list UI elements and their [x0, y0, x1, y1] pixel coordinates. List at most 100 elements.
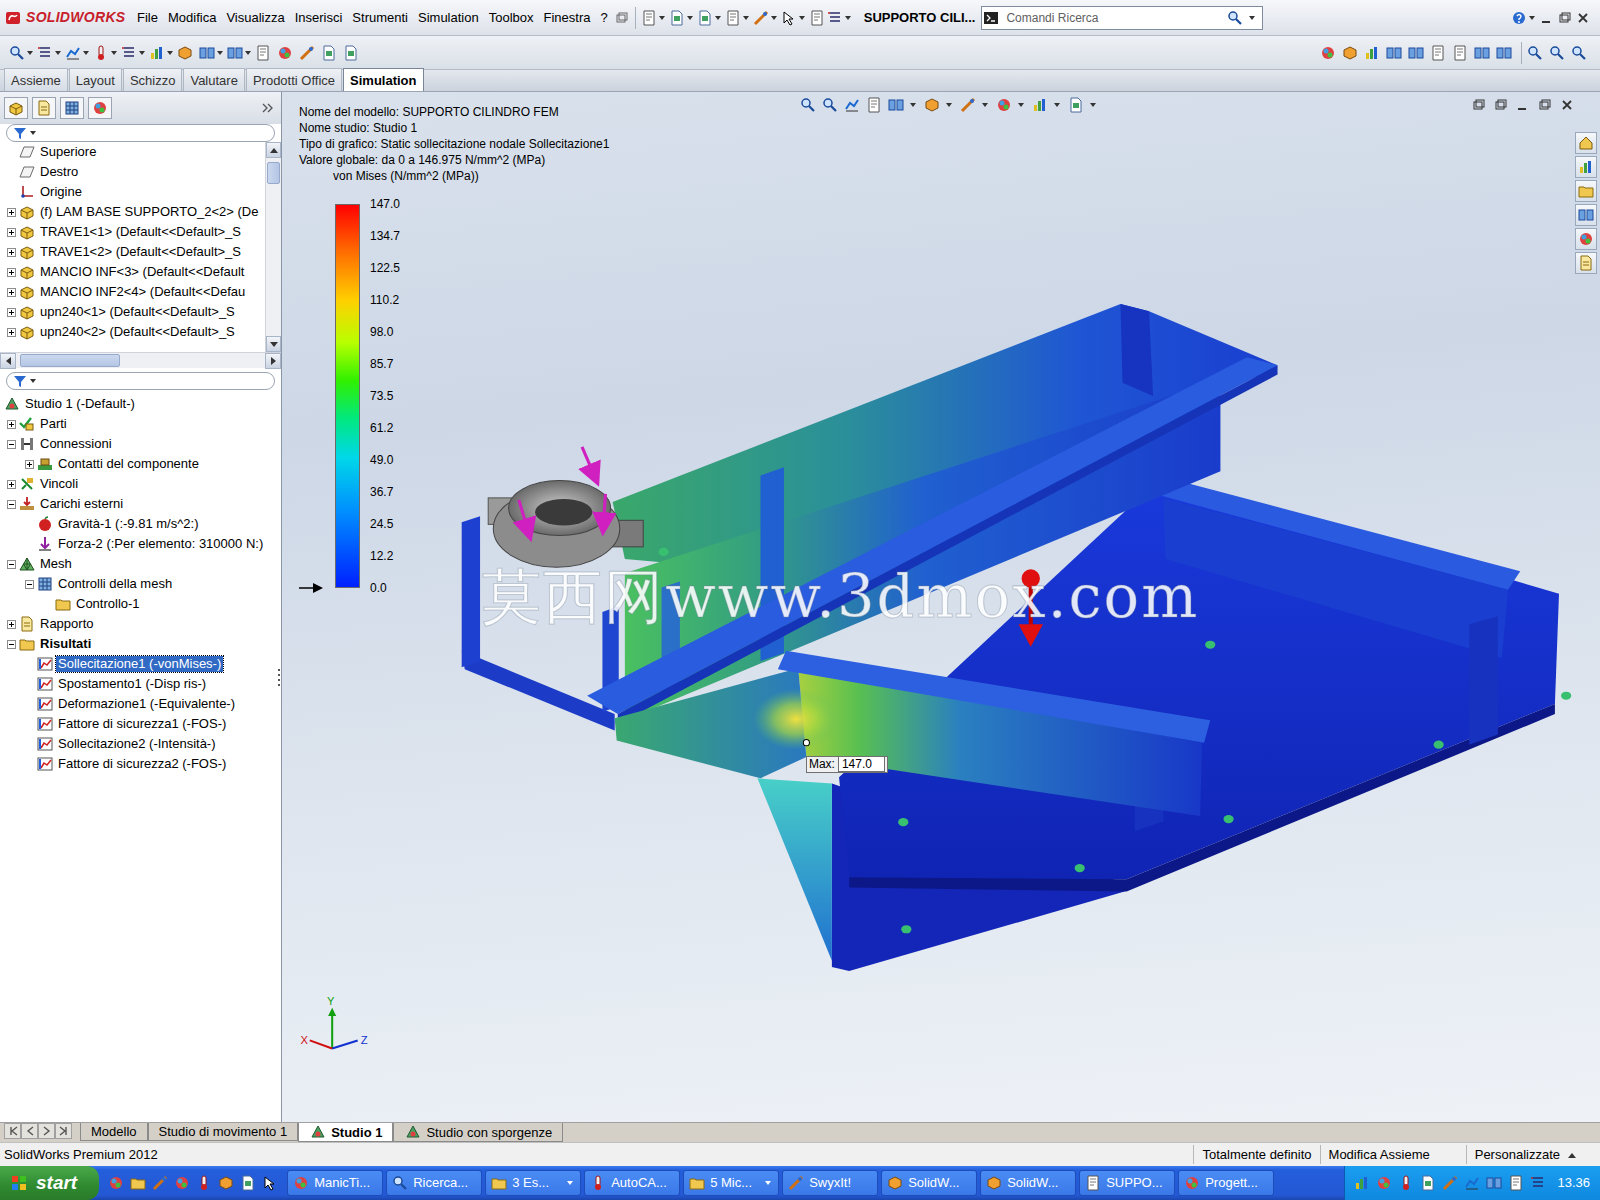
- feature-tree-item-label[interactable]: TRAVE1<1> (Default<<Default>_S: [38, 224, 243, 240]
- taskbar-button[interactable]: 3 Es...: [485, 1170, 581, 1196]
- expand-up-icon[interactable]: [1568, 1145, 1576, 1165]
- command-tab[interactable]: Schizzo: [123, 68, 183, 92]
- fem-model[interactable]: 莫西网www.3dmox.com Y Z X: [282, 92, 1600, 1122]
- app-logo[interactable]: SOLIDWORKS: [0, 7, 132, 28]
- menu-item[interactable]: File: [132, 6, 163, 30]
- expander-icon[interactable]: [7, 328, 16, 337]
- expander-icon[interactable]: [7, 480, 16, 489]
- feature-tree-item-label[interactable]: (f) LAM BASE SUPPORTO_2<2> (De: [38, 204, 260, 220]
- study-tree-item[interactable]: Mesh: [0, 554, 281, 574]
- feature-tree-item-label[interactable]: upn240<1> (Default<<Default>_S: [38, 304, 237, 320]
- dropdown-arrow-icon[interactable]: [687, 16, 693, 20]
- study-tree-item-label[interactable]: Deformazione1 (-Equivalente-): [56, 696, 237, 712]
- taskbar-label[interactable]: AutoCA...: [611, 1173, 671, 1193]
- dropdown-arrow-icon[interactable]: [83, 51, 89, 55]
- expander-icon[interactable]: [7, 640, 16, 649]
- search-input[interactable]: [1004, 8, 1222, 28]
- taskbar-label[interactable]: SwyxIt!: [809, 1173, 869, 1193]
- dropdown-arrow-icon[interactable]: [30, 379, 36, 383]
- study-tree-item-label[interactable]: Controlli della mesh: [56, 576, 174, 592]
- taskbar-label[interactable]: SolidW...: [908, 1173, 968, 1193]
- command-tab[interactable]: Simulation: [343, 68, 423, 92]
- feature-tree-item[interactable]: Superiore: [0, 142, 265, 162]
- feature-tree-item-label[interactable]: Superiore: [38, 144, 98, 160]
- study-tree-item-label[interactable]: Parti: [38, 416, 69, 432]
- menu-item[interactable]: Toolbox: [484, 6, 539, 30]
- expander-icon[interactable]: [7, 208, 16, 217]
- study-tree-item-label[interactable]: Fattore di sicurezza1 (-FOS-): [56, 716, 228, 732]
- dropdown-arrow-icon[interactable]: [910, 103, 916, 107]
- taskbar-button[interactable]: SolidW...: [980, 1170, 1076, 1196]
- study-tree-item-label[interactable]: Forza-2 (:Per elemento: 310000 N:): [56, 536, 265, 552]
- expander-icon[interactable]: [7, 268, 16, 277]
- dropdown-arrow-icon[interactable]: [845, 16, 851, 20]
- feature-tree-item[interactable]: upn240<1> (Default<<Default>_S: [0, 302, 265, 322]
- tab-scroll-button[interactable]: [38, 1123, 55, 1139]
- feature-tree-item-label[interactable]: MANCIO INF2<4> (Default<<Defau: [38, 284, 247, 300]
- dropdown-arrow-icon[interactable]: [771, 16, 777, 20]
- model-tab[interactable]: Studio con sporgenze: [393, 1123, 563, 1142]
- expander-icon[interactable]: [7, 288, 16, 297]
- dropdown-arrow-icon[interactable]: [1529, 16, 1535, 20]
- model-tab[interactable]: Modello: [80, 1123, 148, 1141]
- study-tree-item[interactable]: Gravità-1 (:-9.81 m/s^2:): [0, 514, 281, 534]
- dropdown-arrow-icon[interactable]: [27, 51, 33, 55]
- taskbar-label[interactable]: 5 Mic...: [710, 1173, 760, 1193]
- command-tab[interactable]: Layout: [69, 68, 122, 92]
- model-tab[interactable]: Studio 1: [298, 1123, 393, 1142]
- hscroll-thumb[interactable]: [20, 354, 120, 367]
- feature-tree-item[interactable]: MANCIO INF2<4> (Default<<Defau: [0, 282, 265, 302]
- scroll-left-button[interactable]: [0, 353, 16, 369]
- study-tree-item-label[interactable]: Rapporto: [38, 616, 95, 632]
- feature-tree-item[interactable]: TRAVE1<1> (Default<<Default>_S: [0, 222, 265, 242]
- tab-scroll-button[interactable]: [4, 1123, 21, 1139]
- taskbar-label[interactable]: SolidW...: [1007, 1173, 1067, 1193]
- taskbar-button[interactable]: ManicTi...: [287, 1170, 383, 1196]
- study-tree-item-label[interactable]: Spostamento1 (-Disp ris-): [56, 676, 208, 692]
- panel-tab[interactable]: [4, 97, 28, 119]
- scroll-thumb[interactable]: [267, 162, 280, 184]
- study-tree-item[interactable]: Fattore di sicurezza2 (-FOS-): [0, 754, 281, 774]
- taskbar-label[interactable]: Progett...: [1205, 1173, 1265, 1193]
- graphics-area[interactable]: 莫西网www.3dmox.com Y Z X Nome del modello:…: [282, 92, 1600, 1122]
- study-tree-item-label[interactable]: Sollecitazione1 (-vonMises-): [56, 656, 223, 672]
- study-tree-item-label[interactable]: Connessioni: [38, 436, 114, 452]
- taskbar-label[interactable]: ManicTi...: [314, 1173, 374, 1193]
- scroll-up-button[interactable]: [266, 142, 281, 158]
- menu-item[interactable]: Simulation: [413, 6, 484, 30]
- expander-icon[interactable]: [7, 560, 16, 569]
- study-tree-item-label[interactable]: Contatti del componente: [56, 456, 201, 472]
- taskbar-label[interactable]: Ricerca...: [413, 1173, 473, 1193]
- scroll-right-button[interactable]: [265, 353, 281, 369]
- dropdown-arrow-icon[interactable]: [659, 16, 665, 20]
- study-tree-item-label[interactable]: Carichi esterni: [38, 496, 125, 512]
- menu-item[interactable]: ?: [595, 6, 612, 30]
- expander-icon[interactable]: [7, 620, 16, 629]
- menu-item[interactable]: Inserisci: [290, 6, 348, 30]
- dropdown-arrow-icon[interactable]: [743, 16, 749, 20]
- menu-item[interactable]: Visualizza: [221, 6, 289, 30]
- task-pane-button[interactable]: [1575, 156, 1597, 178]
- expander-icon[interactable]: [25, 580, 34, 589]
- feature-tree-item[interactable]: MANCIO INF<3> (Default<<Default: [0, 262, 265, 282]
- dropdown-arrow-icon[interactable]: [167, 51, 173, 55]
- dropdown-arrow-icon[interactable]: [111, 51, 117, 55]
- study-tree-item[interactable]: Fattore di sicurezza1 (-FOS-): [0, 714, 281, 734]
- study-tree-item-label[interactable]: Risultati: [38, 636, 93, 652]
- study-tree-item[interactable]: Deformazione1 (-Equivalente-): [0, 694, 281, 714]
- command-tab[interactable]: Assieme: [4, 68, 68, 92]
- dropdown-arrow-icon[interactable]: [715, 16, 721, 20]
- feature-tree-item[interactable]: Destro: [0, 162, 265, 182]
- study-tree-item[interactable]: Connessioni: [0, 434, 281, 454]
- menu-item[interactable]: Finestra: [539, 6, 596, 30]
- expander-icon[interactable]: [7, 500, 16, 509]
- taskbar-button[interactable]: AutoCA...: [584, 1170, 680, 1196]
- pointer-arrow-icon[interactable]: [299, 583, 325, 588]
- study-tree-item-label[interactable]: Gravità-1 (:-9.81 m/s^2:): [56, 516, 200, 532]
- feature-tree-item-label[interactable]: TRAVE1<2> (Default<<Default>_S: [38, 244, 243, 260]
- command-tab[interactable]: Valutare: [183, 68, 244, 92]
- study-tree-item[interactable]: Rapporto: [0, 614, 281, 634]
- task-pane-button[interactable]: [1575, 204, 1597, 226]
- dropdown-arrow-icon[interactable]: [799, 16, 805, 20]
- feature-tree-item-label[interactable]: upn240<2> (Default<<Default>_S: [38, 324, 237, 340]
